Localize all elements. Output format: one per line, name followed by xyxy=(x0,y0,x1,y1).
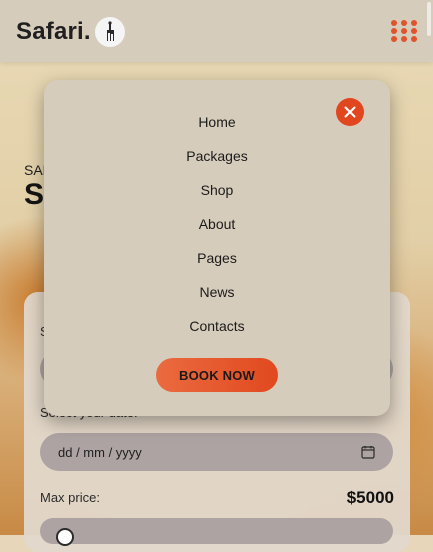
price-slider[interactable] xyxy=(40,518,393,546)
menu-item-about[interactable]: About xyxy=(44,216,390,250)
max-price-label: Max price: xyxy=(40,490,100,505)
menu-list: Home Packages Shop About Pages News Cont… xyxy=(44,114,390,352)
date-placeholder: dd / mm / yyyy xyxy=(58,444,142,460)
brand-name: Safari. xyxy=(16,18,91,45)
hero-title: S xyxy=(24,178,45,211)
menu-item-pages[interactable]: Pages xyxy=(44,250,390,284)
date-input[interactable]: dd / mm / yyyy xyxy=(40,433,393,471)
menu-item-label: Home xyxy=(198,114,236,130)
giraffe-logo-icon xyxy=(94,17,125,47)
menu-item-news[interactable]: News xyxy=(44,284,390,318)
max-price-value: $5000 xyxy=(346,488,394,507)
menu-item-label: About xyxy=(198,216,236,232)
price-slider-thumb[interactable] xyxy=(56,528,74,546)
menu-item-home[interactable]: Home xyxy=(44,114,390,148)
menu-item-contacts[interactable]: Contacts xyxy=(44,318,390,352)
brand[interactable]: Safari. xyxy=(16,16,125,48)
menu-item-label: Shop xyxy=(200,182,234,198)
navigation-menu-modal: Home Packages Shop About Pages News Cont… xyxy=(44,80,390,416)
menu-item-label: Contacts xyxy=(189,318,245,334)
menu-item-label: News xyxy=(199,284,235,300)
menu-item-label: Pages xyxy=(197,250,237,266)
grid-menu-icon[interactable] xyxy=(391,20,417,42)
menu-item-label: Packages xyxy=(186,148,248,164)
top-header: Safari. xyxy=(0,0,433,62)
scrollbar[interactable] xyxy=(427,2,431,36)
book-now-button[interactable]: BOOK NOW xyxy=(156,358,278,392)
menu-item-shop[interactable]: Shop xyxy=(44,182,390,216)
calendar-icon[interactable] xyxy=(361,445,375,459)
menu-item-packages[interactable]: Packages xyxy=(44,148,390,182)
